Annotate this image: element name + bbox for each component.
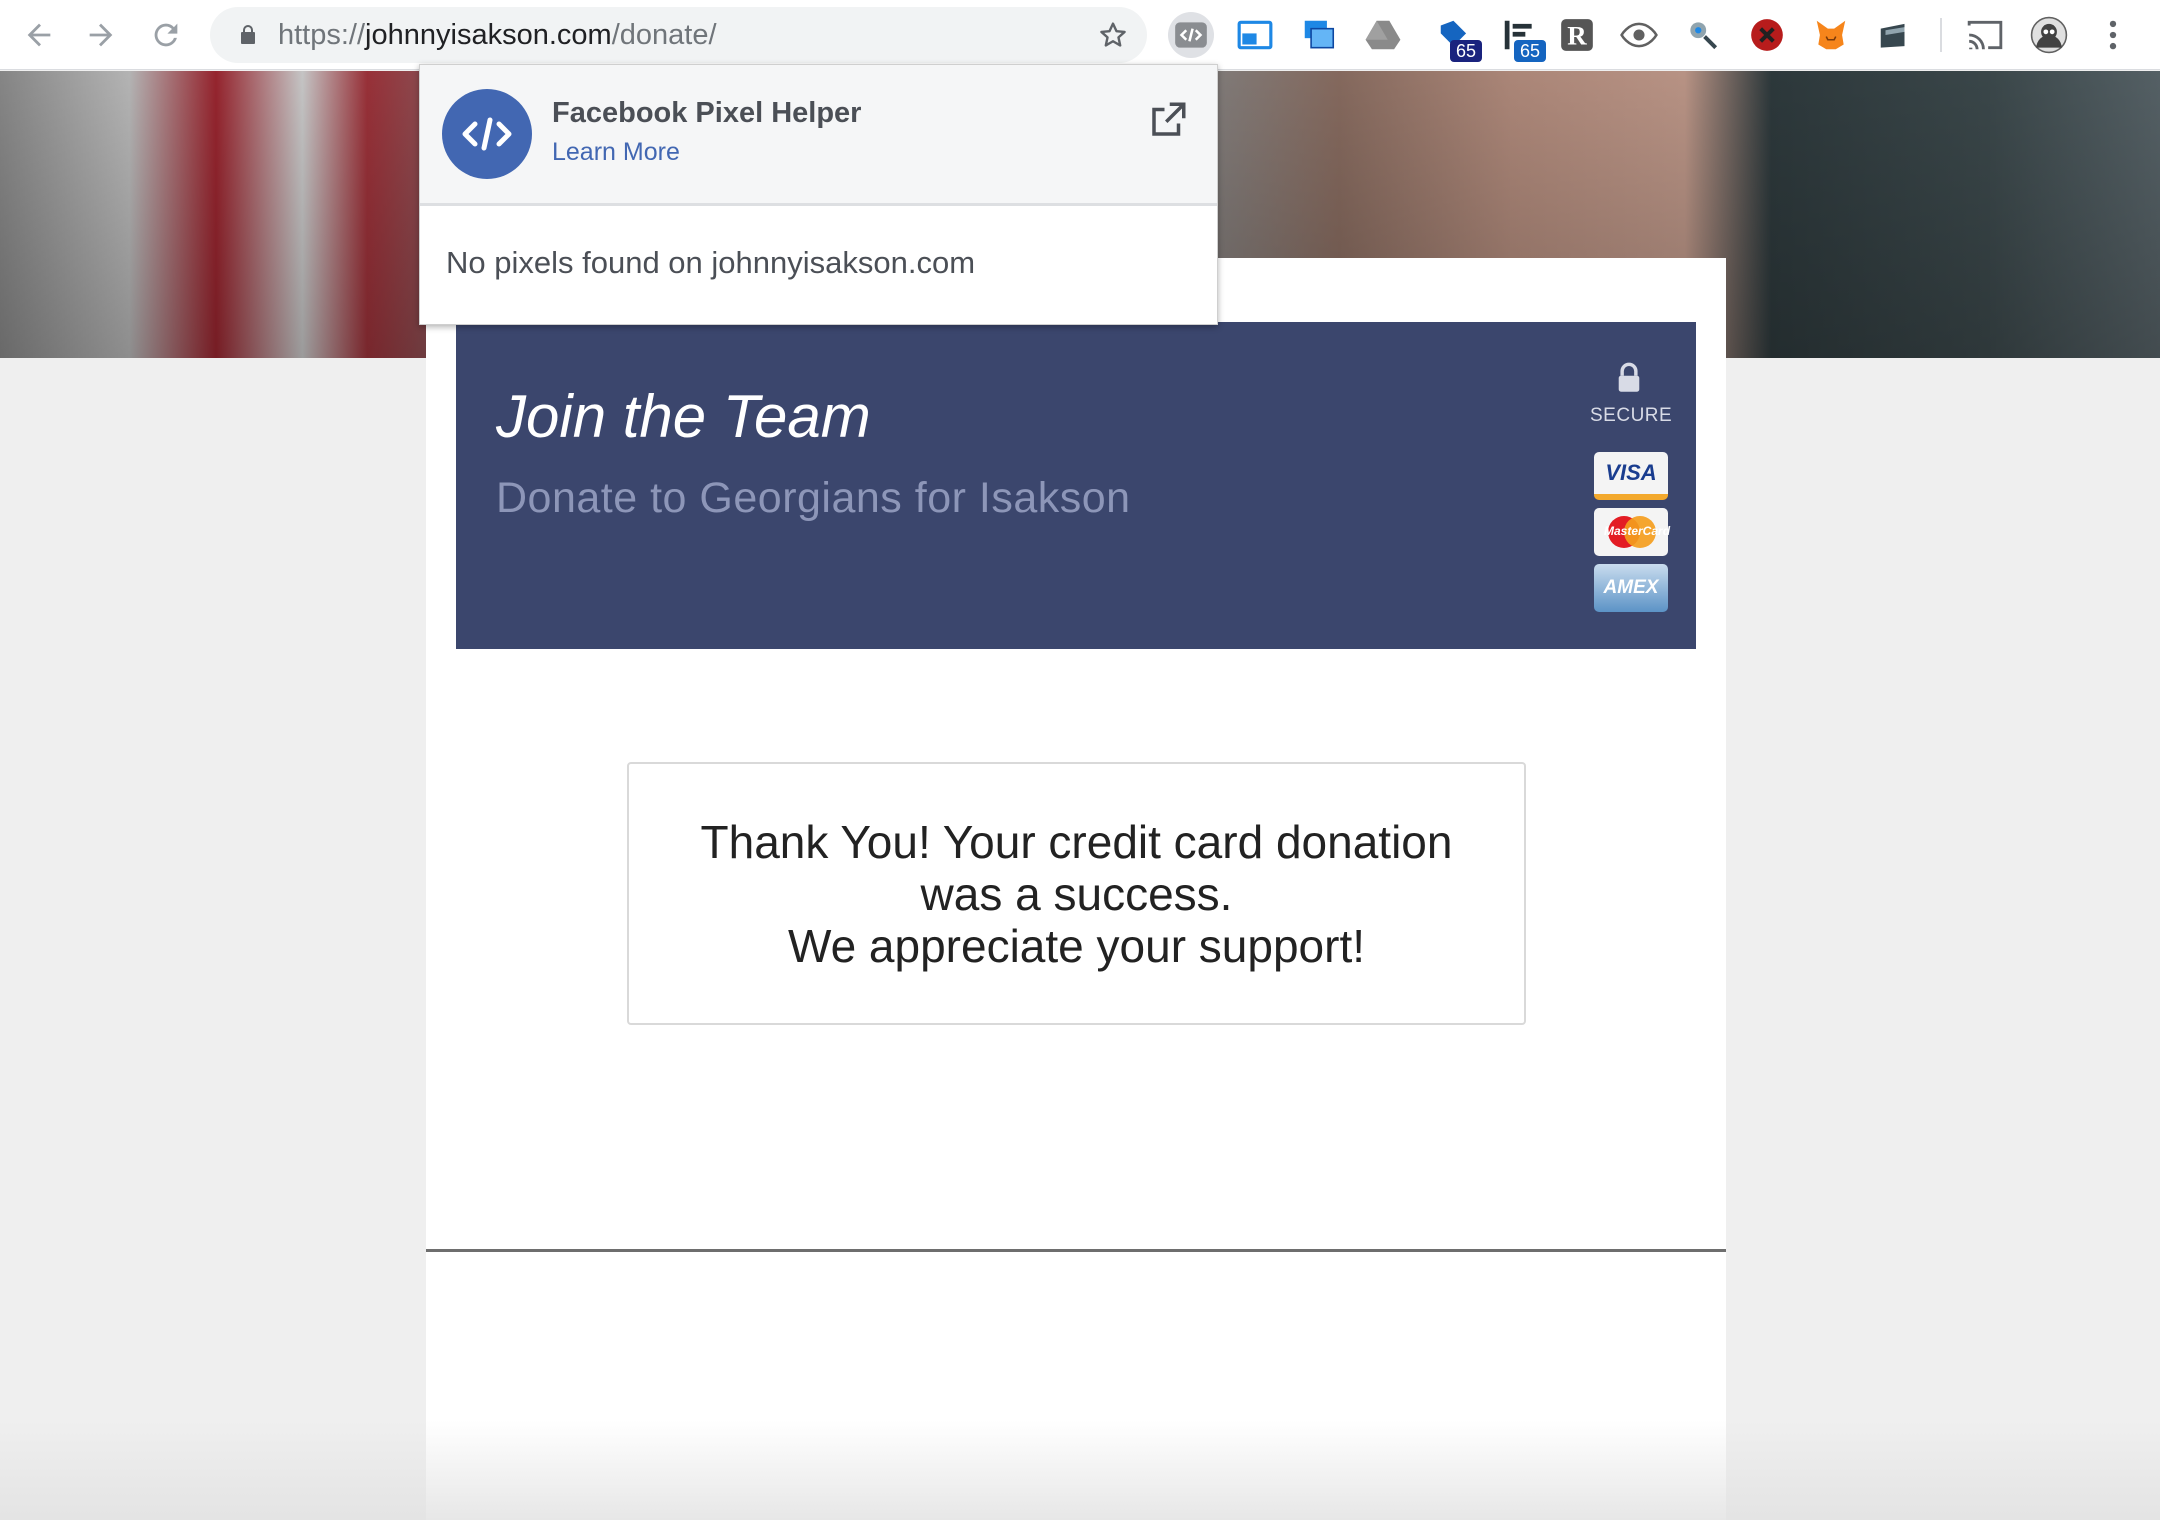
forward-arrow-icon: [89, 23, 113, 47]
pixel-helper-popup: Facebook Pixel Helper Learn More No pixe…: [419, 64, 1218, 325]
popup-title: Facebook Pixel Helper: [552, 97, 862, 129]
screenshot-icon[interactable]: [1296, 12, 1342, 58]
visa-card: VISA: [1594, 452, 1668, 500]
tag-assistant-icon[interactable]: 65: [1432, 12, 1482, 62]
visa-label: VISA: [1605, 460, 1657, 485]
url-text[interactable]: https://johnnyisakson.com/donate/: [278, 7, 717, 63]
confirmation-line-2: was a success.: [920, 867, 1233, 920]
r-icon[interactable]: R: [1554, 12, 1600, 58]
mastercard-logo: MasterCard: [1604, 514, 1671, 550]
back-arrow-icon: [27, 23, 51, 47]
secure-indicator: SECURE: [1590, 362, 1673, 427]
banner-title: Join the Team: [496, 383, 871, 450]
tracker-badge: 65: [1514, 40, 1546, 62]
lock-icon: [241, 25, 255, 44]
learn-more-link[interactable]: Learn More: [552, 138, 680, 167]
donate-banner: Join the Team Donate to Georgians for Is…: [456, 322, 1696, 649]
url-host: johnnyisakson.com: [365, 19, 612, 51]
satellite-icon[interactable]: [1680, 12, 1726, 58]
wallet-icon[interactable]: [1872, 12, 1918, 58]
section-divider: [426, 1249, 1726, 1252]
blocker-icon[interactable]: [1744, 12, 1790, 58]
mastercard-label: MasterCard: [1604, 524, 1671, 538]
pixel-helper-logo: [442, 89, 532, 179]
tracker-icon[interactable]: 65: [1496, 12, 1546, 62]
bottom-fade: [0, 1420, 2160, 1520]
svg-text:R: R: [1567, 21, 1587, 51]
bookmark-star-icon[interactable]: [1097, 19, 1129, 51]
banner-subtitle: Donate to Georgians for Isakson: [496, 474, 1131, 522]
back-button[interactable]: [16, 12, 62, 58]
padlock-icon: [1618, 362, 1640, 392]
facebook-pixel-helper-icon[interactable]: [1168, 12, 1214, 58]
code-brackets-icon: [1175, 22, 1207, 48]
browser-menu-button[interactable]: [2090, 12, 2136, 58]
window-resizer-icon[interactable]: [1232, 12, 1278, 58]
forward-button[interactable]: [78, 12, 124, 58]
address-bar[interactable]: https://johnnyisakson.com/donate/: [210, 7, 1147, 63]
code-icon: [462, 117, 512, 151]
avatar-icon: [2030, 16, 2068, 54]
cast-icon[interactable]: [1962, 12, 2008, 58]
google-drive-icon[interactable]: [1360, 12, 1406, 58]
metamask-fox-icon[interactable]: [1808, 12, 1854, 58]
reload-button[interactable]: [143, 12, 189, 58]
profile-avatar[interactable]: [2026, 12, 2072, 58]
mastercard-card: MasterCard: [1594, 508, 1671, 556]
url-path: /donate/: [611, 19, 717, 51]
tag-assistant-badge: 65: [1450, 40, 1482, 62]
secure-label: SECURE: [1590, 405, 1673, 426]
confirmation-line-1: Thank You! Your credit card donation: [700, 815, 1453, 868]
amex-card: AMEX: [1594, 564, 1668, 612]
toolbar-separator: [1940, 18, 1942, 52]
kebab-menu-icon: [2109, 20, 2117, 50]
browser-toolbar: https://johnnyisakson.com/donate/ 65 65 …: [0, 0, 2160, 70]
eye-icon[interactable]: [1616, 12, 1662, 58]
url-scheme: https://: [278, 19, 366, 51]
reload-icon: [154, 23, 178, 47]
popup-header: Facebook Pixel Helper Learn More: [420, 65, 1217, 206]
confirmation-box: Thank You! Your credit card donation was…: [627, 762, 1526, 1025]
no-pixels-message: No pixels found on johnnyisakson.com: [446, 245, 976, 280]
confirmation-line-3: We appreciate your support!: [787, 919, 1366, 972]
open-external-icon[interactable]: [1147, 99, 1189, 141]
amex-label: AMEX: [1603, 577, 1659, 598]
